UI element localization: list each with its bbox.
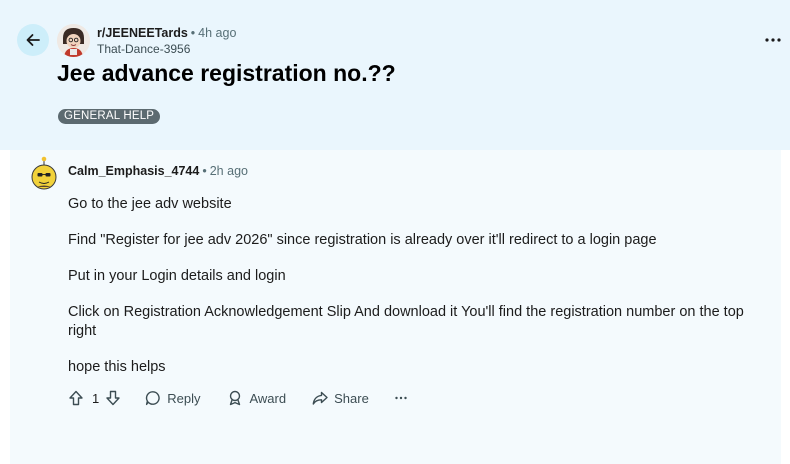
share-label: Share [334, 390, 369, 406]
post-flair[interactable]: GENERAL HELP [58, 109, 161, 124]
arrow-up-icon [69, 390, 83, 406]
separator-dot: • [190, 26, 196, 40]
arrow-down-icon [106, 390, 120, 406]
comment-author[interactable]: Calm_Emphasis_4744 [68, 164, 199, 178]
subreddit-avatar-image [57, 24, 90, 57]
post-time: 4h ago [198, 26, 237, 40]
back-button[interactable] [17, 24, 49, 56]
post-title: Jee advance registration no.?? [57, 60, 396, 86]
subreddit-name[interactable]: r/JEENEETards [97, 26, 188, 40]
comment-paragraph: hope this helps [68, 359, 166, 375]
commenter-avatar[interactable] [29, 156, 59, 190]
comment-more-button[interactable] [395, 396, 407, 400]
arrow-left-icon [26, 34, 40, 46]
comment-meta: Calm_Emphasis_4744 • 2h ago [68, 164, 248, 178]
comment-paragraph: Click on Registration Acknowledgement Sl… [68, 304, 744, 339]
comment-paragraph: Go to the jee adv website [68, 196, 232, 212]
more-horizontal-icon [395, 396, 407, 400]
speech-bubble-icon [146, 391, 160, 406]
reply-label: Reply [167, 390, 201, 406]
comment-actions: 1 Reply Award Share [68, 388, 407, 408]
comment-body: Go to the jee adv website Find "Register… [68, 195, 748, 394]
more-horizontal-icon [765, 38, 781, 42]
award-button[interactable]: Award [227, 390, 286, 406]
reply-button[interactable]: Reply [145, 390, 200, 406]
comment-paragraph: Put in your Login details and login [68, 268, 286, 284]
comment-paragraph: Find "Register for jee adv 2026" since r… [68, 232, 657, 248]
upvote-button[interactable] [68, 390, 84, 406]
separator-dot: • [202, 164, 207, 178]
comment-time: 2h ago [209, 164, 248, 178]
vote-count: 1 [92, 390, 100, 406]
award-icon [230, 390, 241, 406]
post-more-button[interactable] [762, 32, 784, 48]
post-author[interactable]: That-Dance-3956 [97, 42, 190, 56]
subreddit-avatar[interactable] [57, 24, 90, 57]
downvote-button[interactable] [105, 390, 121, 406]
share-button[interactable]: Share [312, 390, 369, 406]
award-label: Award [249, 390, 287, 406]
share-arrow-icon [312, 391, 328, 405]
post-meta: r/JEENEETards • 4h ago [97, 26, 236, 40]
commenter-avatar-image [31, 156, 57, 190]
